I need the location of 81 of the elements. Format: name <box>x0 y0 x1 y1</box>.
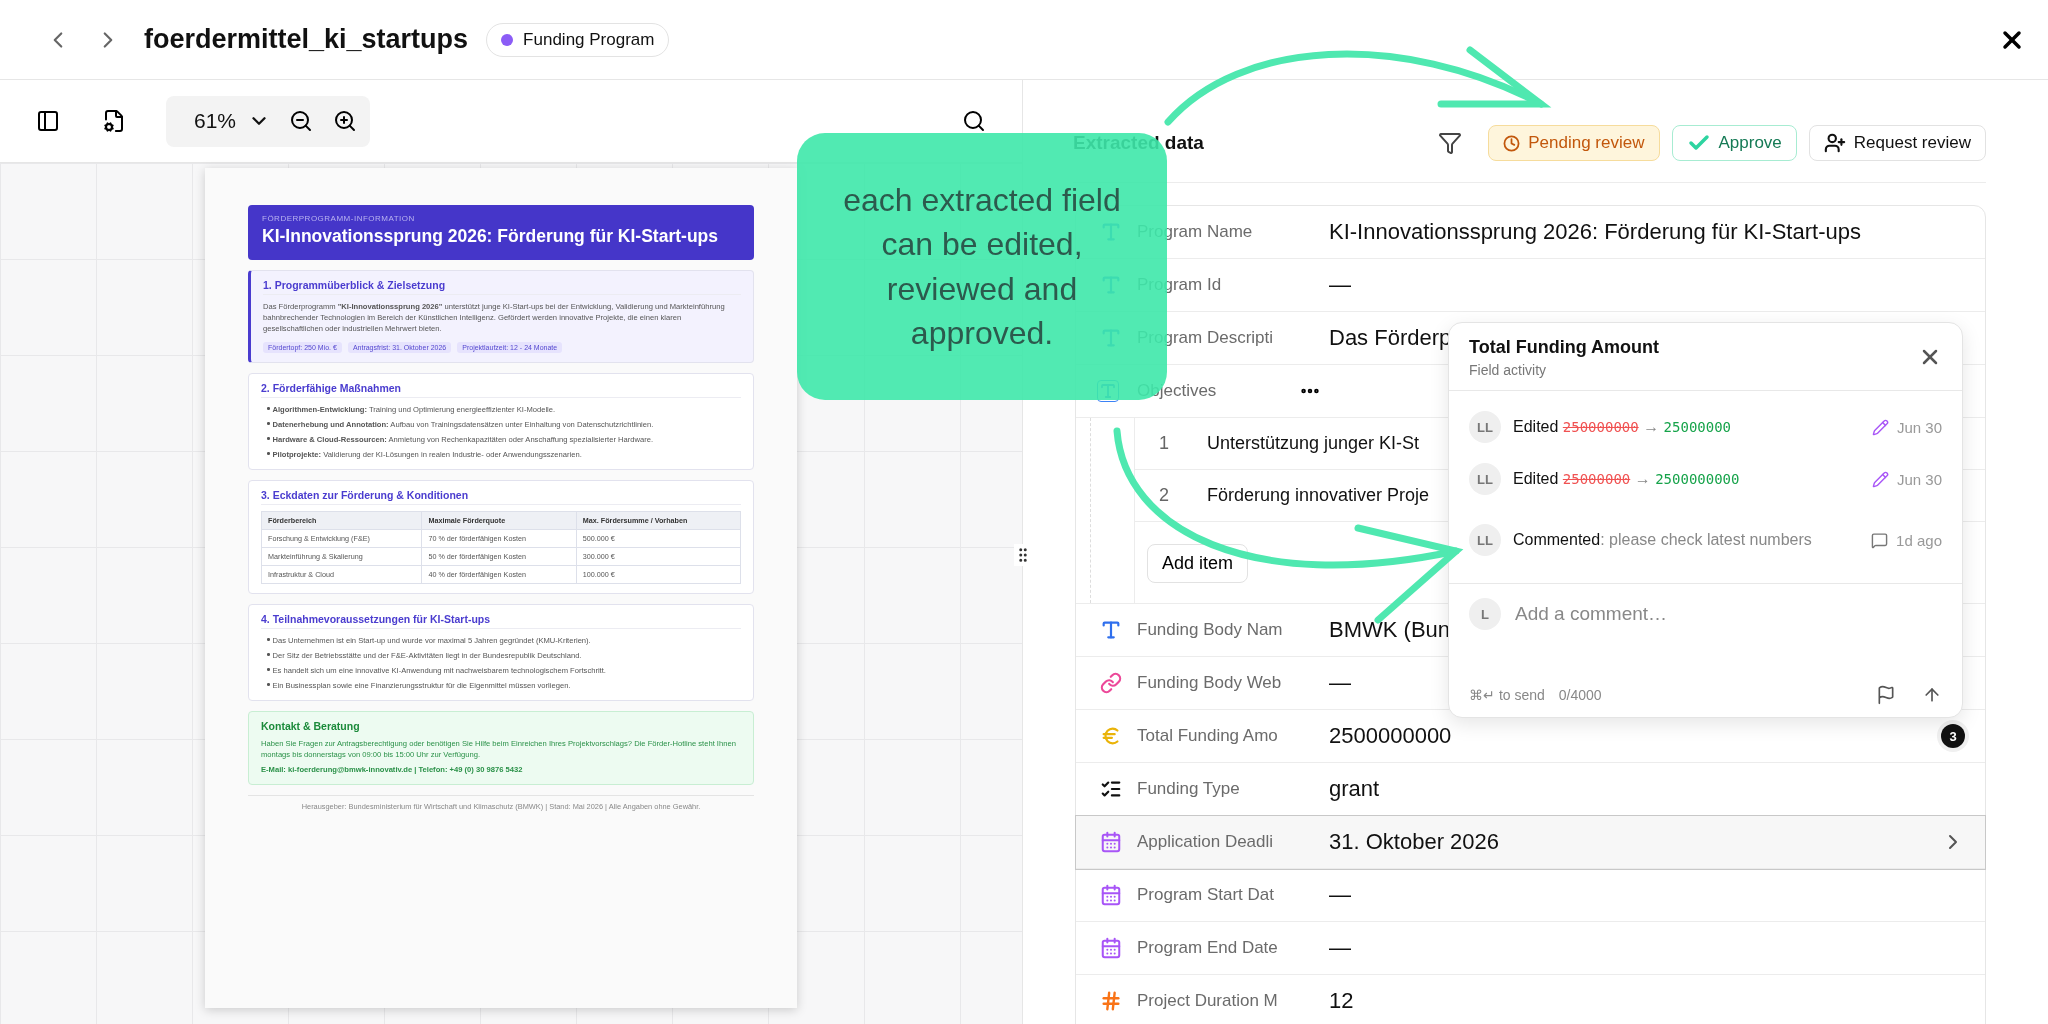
bullet-icon <box>267 638 270 641</box>
field-label: Funding Body Web <box>1137 673 1282 693</box>
bullet-icon <box>267 437 270 440</box>
popover-subtitle: Field activity <box>1469 362 1548 378</box>
bullet-icon <box>267 422 270 425</box>
zoom-select[interactable]: 61% <box>194 109 271 133</box>
section-heading: 2. Förderfähige Maßnahmen <box>261 381 741 398</box>
field-label: Funding Body Nam <box>1137 620 1283 640</box>
activity-date: 1d ago <box>1871 531 1942 549</box>
activity-date: Jun 30 <box>1871 470 1942 488</box>
request-review-button[interactable]: Request review <box>1808 125 1986 161</box>
filter-icon[interactable] <box>1438 131 1463 155</box>
status-badge[interactable]: Pending review <box>1488 125 1660 161</box>
activity-text: Commented: please check latest numbers <box>1513 530 1813 551</box>
euro-icon <box>1100 725 1122 747</box>
objective-item[interactable]: Unterstützung junger KI-St <box>1207 433 1420 454</box>
send-hint: ⌘↵ to send <box>1469 687 1545 703</box>
calendar-icon <box>1100 937 1122 959</box>
field-value: grant <box>1329 776 1380 802</box>
activity-text: Edited 25000000 → 2500000000 <box>1513 469 1741 490</box>
field-row[interactable]: Program Start Dat — <box>1076 869 1985 922</box>
sidebar-toggle-icon[interactable] <box>35 108 61 134</box>
field-label: Total Funding Amo <box>1137 726 1278 746</box>
field-value: 12 <box>1329 988 1354 1014</box>
calendar-icon <box>1100 831 1122 853</box>
pencil-icon <box>1871 418 1889 436</box>
objective-item[interactable]: Förderung innovativer Proje <box>1207 485 1430 506</box>
user-avatar: LL <box>1469 524 1501 556</box>
bullet-icon <box>267 683 270 686</box>
activity-text: Edited 250000000 → 25000000 <box>1513 417 1733 438</box>
field-value: 2500000000 <box>1329 723 1452 749</box>
bullet-icon <box>267 452 270 455</box>
field-value: — <box>1329 670 1351 696</box>
section-heading: 4. Teilnahmevoraussetzungen für KI-Start-ups <box>261 612 741 629</box>
popover-title: Total Funding Amount <box>1469 337 1659 358</box>
field-value: — <box>1329 882 1351 908</box>
section-heading: Kontakt & Beratung <box>261 719 361 732</box>
flag-icon[interactable] <box>1876 685 1896 705</box>
field-value: Das Förderp <box>1329 325 1452 351</box>
user-avatar: LL <box>1469 411 1501 443</box>
field-value: — <box>1329 935 1351 961</box>
item-number: 1 <box>1159 433 1170 454</box>
approve-button[interactable]: Approve <box>1671 125 1797 161</box>
field-row[interactable]: Program End Date — <box>1076 922 1985 975</box>
section-heading: 3. Eckdaten zur Förderung & Konditionen <box>261 488 741 505</box>
search-icon[interactable] <box>961 108 987 134</box>
field-label: Project Duration M <box>1137 991 1278 1011</box>
field-label: Funding Type <box>1137 779 1240 799</box>
bullet-icon <box>267 653 270 656</box>
activity-date: Jun 30 <box>1871 418 1942 436</box>
field-label: Application Deadli <box>1137 832 1274 852</box>
pencil-icon <box>1871 470 1889 488</box>
field-label: Program End Date <box>1137 938 1278 958</box>
comment-field[interactable]: Add a comment… <box>1513 602 1942 626</box>
comment-icon <box>1871 531 1889 549</box>
user-avatar: L <box>1469 598 1501 630</box>
add-item-button[interactable]: Add item <box>1147 544 1249 583</box>
field-value: KI-Innovationssprung 2026: Förderung für KI-Start-ups <box>1329 219 1861 245</box>
field-value: 31. Oktober 2026 <box>1329 829 1499 855</box>
field-value: — <box>1329 272 1351 298</box>
checklist-icon <box>1100 778 1122 800</box>
field-row[interactable]: Application Deadli 31. Oktober 2026 <box>1076 816 1985 869</box>
bullet-icon <box>267 668 270 671</box>
document-title: foerdermittel_ki_startups <box>144 24 469 55</box>
character-count: 0/4000 <box>1558 687 1602 703</box>
hash-icon <box>1100 990 1122 1012</box>
item-number: 2 <box>1159 485 1170 506</box>
link-icon <box>1100 672 1122 694</box>
text-type-icon <box>1100 619 1122 641</box>
bullet-icon <box>267 407 270 410</box>
field-label: Program Start Dat <box>1137 885 1274 905</box>
section-heading: 1. Programmüberblick & Zielsetzung <box>263 278 741 295</box>
field-row[interactable]: Project Duration M 12 <box>1076 975 1985 1024</box>
activity-count-badge[interactable]: 3 <box>1941 724 1965 748</box>
callout-text: each extracted field can be edited, reviewed and approved. <box>842 181 1122 353</box>
field-value: BMWK (Bun <box>1329 617 1451 643</box>
calendar-icon <box>1100 884 1122 906</box>
document-eyebrow: FÖRDERPROGRAMM-INFORMATION <box>262 214 416 223</box>
user-plus-icon[interactable] <box>1823 132 1846 154</box>
document-heading: KI-Innovationssprung 2026: Förderung für KI-Start-ups <box>262 225 719 248</box>
user-avatar: LL <box>1469 463 1501 495</box>
